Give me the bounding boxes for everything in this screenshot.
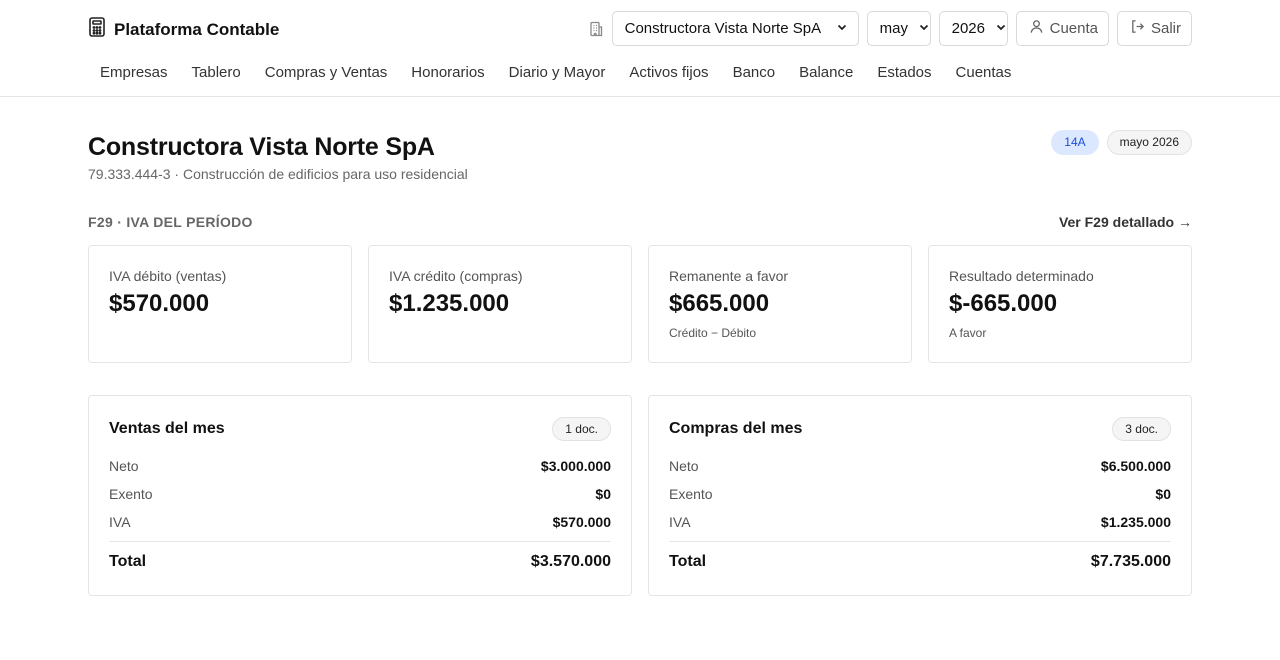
doc-count-badge: 1 doc. (552, 417, 611, 441)
doc-count-badge: 3 doc. (1112, 417, 1171, 441)
nav-item-cuentas[interactable]: Cuentas (944, 63, 1024, 83)
stat-card-iva-debito: IVA débito (ventas) $570.000 (88, 245, 352, 363)
company-select[interactable]: Constructora Vista Norte SpA (611, 11, 859, 46)
total-label: Total (669, 553, 707, 570)
building-icon (588, 21, 604, 37)
stat-note: Crédito − Débito (669, 326, 757, 340)
account-button[interactable]: Cuenta (1015, 11, 1109, 46)
row-value: $0 (1155, 486, 1171, 502)
summary-title: Compras del mes (669, 420, 803, 437)
summary-row: Exento $0 (669, 480, 1171, 508)
company-select-value: Constructora Vista Norte SpA (624, 20, 822, 37)
stat-value: $1.235.000 (389, 290, 510, 317)
summary-row: IVA $1.235.000 (669, 508, 1171, 536)
row-value: $570.000 (552, 514, 611, 530)
row-value: $0 (595, 486, 611, 502)
purchases-summary-card: Compras del mes 3 doc. Neto $6.500.000 E… (648, 395, 1192, 596)
company-badges: 14A mayo 2026 (1051, 130, 1192, 155)
nav-item-estados[interactable]: Estados (865, 63, 943, 83)
sales-summary-card: Ventas del mes 1 doc. Neto $3.000.000 Ex… (88, 395, 632, 596)
nav-item-diario-mayor[interactable]: Diario y Mayor (497, 63, 618, 83)
row-label: Exento (109, 486, 153, 502)
month-select[interactable]: may (866, 11, 931, 46)
stat-note: A favor (949, 326, 987, 340)
user-icon (1029, 19, 1044, 38)
company-header: Constructora Vista Norte SpA 79.333.444-… (88, 133, 468, 182)
stat-label: IVA débito (ventas) (109, 268, 227, 284)
nav-item-empresas[interactable]: Empresas (88, 63, 180, 83)
stat-label: Resultado determinado (949, 268, 1094, 284)
row-label: IVA (669, 514, 691, 530)
month-select-value: may (879, 20, 908, 37)
f29-section-header: F29 · IVA DEL PERÍODO Ver F29 detallado … (88, 214, 1192, 230)
logout-icon (1130, 19, 1145, 38)
f29-stat-cards: IVA débito (ventas) $570.000 IVA crédito… (88, 245, 1192, 363)
company-subtitle: 79.333.444-3 · Construcción de edificios… (88, 166, 468, 182)
stat-card-remanente: Remanente a favor $665.000 Crédito − Déb… (648, 245, 912, 363)
nav-item-compras-ventas[interactable]: Compras y Ventas (253, 63, 400, 83)
stat-value: $570.000 (109, 290, 210, 317)
year-select[interactable]: 2026 (938, 11, 1008, 46)
summary-header: Ventas del mes 1 doc. (109, 416, 611, 442)
brand-name: Plataforma Contable (114, 19, 280, 39)
year-select-value: 2026 (951, 20, 985, 37)
row-value: $3.000.000 (540, 458, 611, 474)
total-label: Total (109, 553, 147, 570)
page-title: Constructora Vista Norte SpA (88, 133, 435, 161)
nav-item-activos-fijos[interactable]: Activos fijos (617, 63, 720, 83)
row-value: $1.235.000 (1100, 514, 1171, 530)
nav-item-balance[interactable]: Balance (787, 63, 865, 83)
summary-total-row: Total $7.735.000 (669, 542, 1171, 582)
chevron-down-icon (995, 20, 1007, 37)
summary-rows: Neto $3.000.000 Exento $0 IVA $570.000 T… (109, 452, 611, 582)
regime-badge: 14A (1051, 130, 1099, 155)
stat-card-iva-credito: IVA crédito (compras) $1.235.000 (368, 245, 632, 363)
section-title: F29 · IVA DEL PERÍODO (88, 214, 253, 230)
main-nav: Empresas Tablero Compras y Ventas Honora… (88, 63, 1023, 83)
stat-value: $665.000 (669, 290, 770, 317)
summary-row: IVA $570.000 (109, 508, 611, 536)
stat-label: Remanente a favor (669, 268, 789, 284)
stat-label: IVA crédito (compras) (389, 268, 523, 284)
summary-total-row: Total $3.570.000 (109, 542, 611, 582)
summary-row: Neto $3.000.000 (109, 452, 611, 480)
nav-item-banco[interactable]: Banco (721, 63, 788, 83)
stat-card-resultado: Resultado determinado $-665.000 A favor (928, 245, 1192, 363)
account-button-label: Cuenta (1049, 20, 1098, 37)
nav-item-tablero[interactable]: Tablero (180, 63, 253, 83)
logout-button-label: Salir (1150, 20, 1181, 37)
header-controls: Constructora Vista Norte SpA may 2026 Cu… (588, 11, 1192, 46)
top-header: Plataforma Contable Constructora Vista N… (0, 0, 1280, 97)
f29-detail-link[interactable]: Ver F29 detallado → (1059, 214, 1192, 230)
nav-item-honorarios[interactable]: Honorarios (399, 63, 496, 83)
summary-rows: Neto $6.500.000 Exento $0 IVA $1.235.000… (669, 452, 1171, 582)
chevron-down-icon (836, 20, 848, 37)
brand[interactable]: Plataforma Contable (88, 17, 279, 42)
chevron-down-icon (918, 20, 930, 37)
summary-row: Neto $6.500.000 (669, 452, 1171, 480)
summary-header: Compras del mes 3 doc. (669, 416, 1171, 442)
logout-button[interactable]: Salir (1116, 11, 1192, 46)
monthly-summaries: Ventas del mes 1 doc. Neto $3.000.000 Ex… (88, 395, 1192, 596)
calculator-icon (88, 17, 106, 42)
row-value: $6.500.000 (1100, 458, 1171, 474)
stat-value: $-665.000 (949, 290, 1058, 317)
row-label: Neto (109, 458, 139, 474)
total-value: $3.570.000 (530, 553, 611, 570)
row-label: Neto (669, 458, 699, 474)
summary-title: Ventas del mes (109, 420, 225, 437)
row-label: Exento (669, 486, 713, 502)
total-value: $7.735.000 (1090, 553, 1171, 570)
period-badge: mayo 2026 (1106, 130, 1192, 155)
summary-row: Exento $0 (109, 480, 611, 508)
row-label: IVA (109, 514, 131, 530)
